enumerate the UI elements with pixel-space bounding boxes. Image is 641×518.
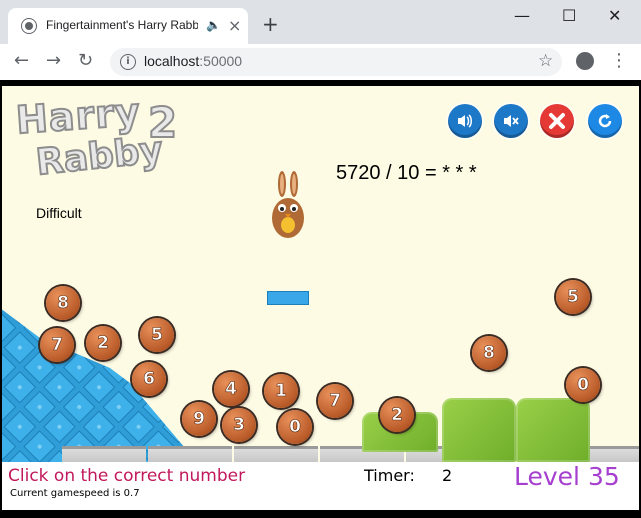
game-stage[interactable]: Harry Rabby 2 5720 / 10 = * * * Difficul… [2, 86, 639, 462]
new-tab-button[interactable]: + [262, 12, 279, 36]
number-ball[interactable]: 6 [132, 362, 166, 396]
level-indicator: Level 35 [514, 462, 620, 491]
tab-title: Fingertainment's Harry Rabb [46, 18, 198, 32]
ground-block [62, 446, 146, 462]
status-bar: Click on the correct number Current game… [2, 462, 639, 510]
ground-block [148, 446, 232, 462]
paddle [267, 291, 309, 305]
timer-label: Timer: [364, 466, 415, 485]
reload-icon[interactable]: ↻ [78, 50, 93, 71]
number-ball[interactable]: 8 [46, 286, 80, 320]
forward-icon[interactable]: → [46, 50, 61, 71]
tab-audio-icon[interactable]: 🔈 [206, 18, 221, 32]
timer-value: 2 [442, 466, 453, 485]
instruction-text: Click on the correct number [8, 466, 246, 486]
ground-block [234, 446, 318, 462]
url-text[interactable]: localhost:50000 [144, 53, 242, 69]
browser-tab[interactable]: Fingertainment's Harry Rabb 🔈 × [8, 8, 248, 44]
restart-icon[interactable] [588, 104, 622, 138]
maximize-button[interactable]: ☐ [562, 6, 576, 25]
number-ball[interactable]: 2 [380, 398, 414, 432]
sound-on-icon[interactable] [448, 104, 482, 138]
address-bar[interactable]: i localhost:50000 ☆ [110, 48, 562, 76]
menu-icon[interactable]: ⋮ [610, 50, 628, 71]
number-ball[interactable]: 5 [556, 280, 590, 314]
minimize-button[interactable]: — [514, 6, 530, 25]
profile-icon[interactable] [576, 52, 594, 70]
number-ball[interactable]: 4 [214, 372, 248, 406]
number-ball[interactable]: 7 [40, 328, 74, 362]
gamespeed-text: Current gamespeed is 0.7 [10, 488, 140, 499]
question-text: 5720 / 10 = * * * [336, 162, 477, 184]
number-ball[interactable]: 3 [222, 408, 256, 442]
number-ball[interactable]: 1 [264, 374, 298, 408]
back-icon[interactable]: ← [14, 50, 29, 71]
bush [442, 398, 516, 462]
game-frame: Harry Rabby 2 5720 / 10 = * * * Difficul… [0, 80, 641, 518]
number-ball[interactable]: 2 [86, 326, 120, 360]
close-icon[interactable] [540, 104, 574, 138]
number-ball[interactable]: 5 [140, 318, 174, 352]
number-ball[interactable]: 0 [566, 368, 600, 402]
rabbit-character [272, 171, 304, 238]
logo-number: 2 [147, 97, 178, 148]
number-ball[interactable]: 0 [278, 410, 312, 444]
number-ball[interactable]: 9 [182, 402, 216, 436]
number-ball[interactable]: 8 [472, 336, 506, 370]
bookmark-star-icon[interactable]: ☆ [538, 51, 553, 71]
difficulty-label: Difficult [36, 205, 82, 221]
tab-close-icon[interactable]: × [228, 16, 241, 35]
sound-off-icon[interactable] [494, 104, 528, 138]
url-host: localhost [144, 53, 200, 69]
bush [516, 398, 590, 462]
window-close-button[interactable]: ✕ [608, 6, 621, 25]
info-icon[interactable]: i [120, 54, 136, 70]
url-port: :50000 [199, 53, 243, 69]
number-ball[interactable]: 7 [318, 384, 352, 418]
favicon-icon [22, 19, 36, 33]
